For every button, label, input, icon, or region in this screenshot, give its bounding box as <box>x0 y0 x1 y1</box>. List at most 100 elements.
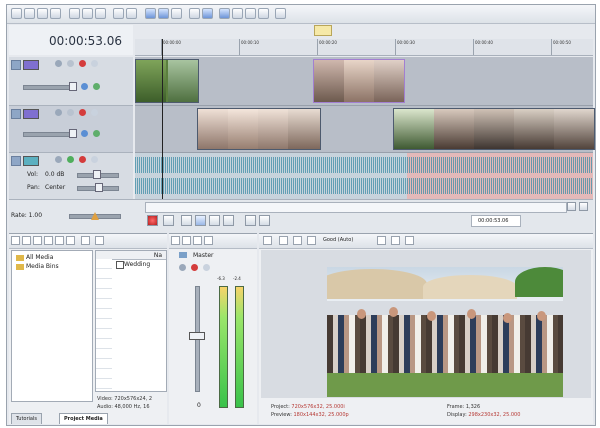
zoom-tool-icon[interactable] <box>189 8 200 19</box>
solo-icon[interactable] <box>203 264 210 271</box>
level-slider[interactable] <box>23 132 75 137</box>
properties-icon[interactable] <box>66 236 75 245</box>
preview-fx-icon[interactable] <box>293 236 302 245</box>
close-icon[interactable] <box>81 236 90 245</box>
pause-button[interactable] <box>209 215 220 226</box>
copy-snapshot-icon[interactable] <box>391 236 400 245</box>
zoom-in-button[interactable] <box>567 202 576 211</box>
mute-icon[interactable] <box>79 109 86 116</box>
overlays-icon[interactable] <box>377 236 386 245</box>
insert-bus-icon[interactable] <box>171 236 180 245</box>
list-item[interactable]: Wedding <box>124 261 150 268</box>
video-clip[interactable] <box>197 108 321 150</box>
copy-icon[interactable] <box>82 8 93 19</box>
master-fader-knob[interactable] <box>189 332 205 340</box>
solo-icon[interactable] <box>91 109 98 116</box>
mute-icon[interactable] <box>191 264 198 271</box>
motion-icon[interactable] <box>67 60 74 67</box>
video-clip[interactable] <box>393 108 595 150</box>
normal-edit-tool-icon[interactable] <box>145 8 156 19</box>
video-track-1-lane[interactable] <box>135 57 593 106</box>
ignore-grouping-icon[interactable] <box>258 8 269 19</box>
bus-fx-icon[interactable] <box>179 264 186 271</box>
fx-icon[interactable] <box>81 83 88 90</box>
expand-icon[interactable] <box>55 156 62 163</box>
play-from-start-button[interactable] <box>181 215 192 226</box>
save-snapshot-icon[interactable] <box>405 236 414 245</box>
tab-tutorials[interactable]: Tutorials <box>11 413 42 424</box>
go-to-end-button[interactable] <box>259 215 270 226</box>
play-button[interactable] <box>195 215 206 226</box>
go-to-start-button[interactable] <box>245 215 256 226</box>
lock-envelopes-icon[interactable] <box>245 8 256 19</box>
import-media-icon[interactable] <box>11 236 20 245</box>
video-track-2-lane[interactable] <box>135 106 595 153</box>
split-screen-icon[interactable] <box>307 236 316 245</box>
paste-icon[interactable] <box>95 8 106 19</box>
mute-icon[interactable] <box>79 60 86 67</box>
video-info: Video: 720x576x24, 2 <box>97 396 153 402</box>
open-folder-icon[interactable] <box>24 8 35 19</box>
invert-phase-icon[interactable] <box>67 156 74 163</box>
list-header-name[interactable]: Na <box>154 252 162 259</box>
tab-project-media[interactable]: Project Media <box>59 413 108 424</box>
video-track-1-header[interactable] <box>9 57 133 106</box>
audio-track-lane[interactable] <box>135 153 593 200</box>
media-fx-icon[interactable] <box>55 236 64 245</box>
tree-item-all-media[interactable]: All Media <box>26 254 53 261</box>
downmix-icon[interactable] <box>193 236 202 245</box>
expand-icon[interactable] <box>55 109 62 116</box>
views-icon[interactable] <box>95 236 104 245</box>
motion-icon[interactable] <box>67 109 74 116</box>
solo-icon[interactable] <box>91 156 98 163</box>
level-slider[interactable] <box>23 85 75 90</box>
composite-icon[interactable] <box>93 83 100 90</box>
undo-icon[interactable] <box>113 8 124 19</box>
auto-ripple-icon[interactable] <box>202 8 213 19</box>
redo-icon[interactable] <box>126 8 137 19</box>
solo-icon[interactable] <box>91 60 98 67</box>
loop-playback-button[interactable] <box>163 215 174 226</box>
timeline-ruler[interactable]: 00:00:00 00:00:10 00:00:20 00:00:30 00:0… <box>135 39 593 56</box>
mute-icon[interactable] <box>79 156 86 163</box>
video-clip[interactable] <box>135 59 199 103</box>
level-slider-knob[interactable] <box>69 82 77 91</box>
selection-tool-icon[interactable] <box>171 8 182 19</box>
dim-output-icon[interactable] <box>204 236 213 245</box>
composite-icon[interactable] <box>93 130 100 137</box>
pan-slider-knob[interactable] <box>95 183 103 192</box>
volume-slider-knob[interactable] <box>93 170 101 179</box>
level-slider-knob[interactable] <box>69 129 77 138</box>
video-track-2-header[interactable] <box>9 106 133 153</box>
auto-crossfade-icon[interactable] <box>232 8 243 19</box>
video-clip-selected[interactable] <box>313 59 405 103</box>
new-project-icon[interactable] <box>11 8 22 19</box>
rate-slider-knob[interactable] <box>91 212 99 220</box>
mixer-fx-icon[interactable] <box>182 236 191 245</box>
tree-item-media-bins[interactable]: Media Bins <box>26 263 59 270</box>
expand-icon[interactable] <box>55 60 62 67</box>
record-button[interactable] <box>147 215 158 226</box>
external-monitor-icon[interactable] <box>279 236 288 245</box>
properties-icon[interactable] <box>50 8 61 19</box>
get-media-icon[interactable] <box>33 236 42 245</box>
capture-icon[interactable] <box>22 236 31 245</box>
end-timecode-box[interactable]: 00:00:53.06 <box>471 215 521 227</box>
playhead-cursor[interactable] <box>162 39 163 199</box>
timeline-scrollbar[interactable] <box>145 202 567 213</box>
zoom-out-button[interactable] <box>579 202 588 211</box>
save-icon[interactable] <box>37 8 48 19</box>
region-marker[interactable] <box>314 25 332 36</box>
remove-icon[interactable] <box>44 236 53 245</box>
media-bin-tree[interactable]: All Media Media Bins <box>11 250 93 402</box>
help-icon[interactable] <box>275 8 286 19</box>
cut-icon[interactable] <box>69 8 80 19</box>
snapping-icon[interactable] <box>219 8 230 19</box>
media-file-list[interactable]: Na Wedding <box>95 250 167 392</box>
envelope-tool-icon[interactable] <box>158 8 169 19</box>
preview-properties-icon[interactable] <box>263 236 272 245</box>
audio-track-header[interactable]: Vol: 0.0 dB Pan: Center <box>9 153 133 200</box>
preview-quality-select[interactable]: Good (Auto) <box>323 237 353 243</box>
stop-button[interactable] <box>223 215 234 226</box>
fx-icon[interactable] <box>81 130 88 137</box>
